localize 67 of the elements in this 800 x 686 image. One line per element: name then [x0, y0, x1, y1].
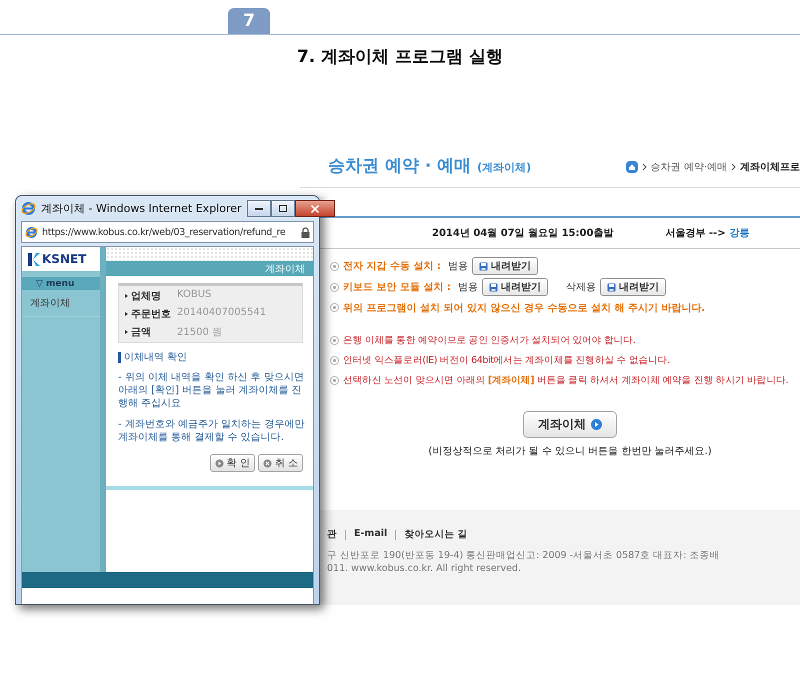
install-notice: 위의 프로그램이 설치 되어 있지 않으신 경우 수동으로 설치 해 주시기 바랍니다.	[343, 302, 706, 314]
transfer-button[interactable]: 계좌이체	[523, 411, 617, 438]
ksnet-logo: KSNET	[22, 247, 100, 271]
chevron-icon	[731, 163, 736, 171]
window-title: 계좌이체 - Windows Internet Explorer	[41, 201, 242, 216]
home-icon	[626, 161, 638, 173]
instruction-text: - 계좌번호와 예금주가 일치하는 경우에만 계좌이체를 통해 결제할 수 있습니다.	[118, 418, 305, 444]
download-button[interactable]: 내려받기	[600, 278, 666, 296]
logo-mark-icon	[28, 252, 40, 266]
minimize-icon	[254, 208, 263, 210]
install-label: 전자 지갑 수동 설치 :	[343, 260, 441, 273]
option-label: 범용	[448, 260, 468, 273]
step-number-badge: 7	[228, 8, 270, 34]
section-title: 이체내역 확인	[118, 352, 313, 363]
ie-icon	[25, 226, 38, 238]
bullet-icon	[330, 282, 339, 292]
notice-text: 은행 이체를 통한 예약이므로 공인 인증서가 설치되어 있어야 합니다.	[343, 334, 636, 347]
menu-header: ▽ menu	[22, 277, 100, 290]
route-origin: 서울경부 -->	[665, 227, 726, 240]
maximize-button[interactable]	[270, 200, 295, 217]
install-label: 키보드 보안 모듈 설치 :	[343, 281, 451, 294]
arrow-circle-icon	[591, 419, 602, 430]
close-icon	[262, 458, 272, 468]
bullet-icon	[330, 336, 339, 345]
info-value: 21500 원	[177, 326, 223, 339]
departure-date: 2014년 04월 07일 월요일 15:00출발	[432, 227, 614, 240]
button-note: (비정상적으로 처리가 될 수 있으니 버튼을 한번만 눌러주세요.)	[428, 445, 712, 458]
footer-link[interactable]: 관	[327, 528, 337, 541]
option-label: 범용	[458, 281, 478, 294]
ie-icon	[21, 201, 36, 216]
notice-text: 인터넷 익스플로러(IE) 버전이 64bit에서는 계좌이체를 진행하실 수 없습니다.	[343, 354, 670, 367]
download-button[interactable]: 내려받기	[482, 278, 548, 296]
address-bar[interactable]: https://www.kobus.co.kr/web/03_reservation/refund_re	[21, 221, 314, 243]
breadcrumb-link[interactable]: 승차권 예약·예매	[650, 160, 727, 174]
info-label: 주문번호	[125, 307, 177, 321]
info-value: KOBUS	[177, 289, 212, 302]
info-label: 업체명	[125, 289, 177, 303]
close-button[interactable]	[294, 200, 335, 217]
footer-text: 구 신반포로 190(반포동 19-4) 통신판매업신고: 2009 -서울서초 0587호 대표자: 조종배	[327, 549, 720, 562]
info-value: 20140407005541	[177, 307, 268, 320]
confirm-button[interactable]: 확 인	[210, 454, 255, 472]
maximize-icon	[278, 205, 287, 212]
menu-item[interactable]: 계좌이체	[22, 290, 100, 317]
option-label: 삭제용	[566, 281, 596, 294]
section-header-bar: 계좌이체	[106, 261, 313, 276]
bullet-icon	[330, 356, 339, 365]
play-icon	[214, 458, 224, 468]
notice-text: 선택하신 노선이 맞으시면 아래의 [계좌이체] 버튼을 클릭 하셔서 계좌이체 예약을 진행 하시기 바랍니다.	[343, 374, 788, 387]
lock-icon	[301, 226, 310, 238]
info-label: 금액	[125, 325, 177, 339]
footer-link[interactable]: 찾아오시는 길	[404, 528, 468, 541]
bullet-icon	[330, 303, 339, 312]
breadcrumb-current: 계좌이체프로	[740, 161, 800, 174]
cancel-button[interactable]: 취 소	[258, 454, 303, 472]
page-heading: 승차권 예약 · 예매 (계좌이체)	[328, 155, 532, 177]
route-destination: 강릉	[730, 227, 750, 240]
minimize-button[interactable]	[246, 200, 271, 217]
footer-text: 011. www.kobus.co.kr. All right reserved.	[327, 562, 522, 575]
chevron-icon	[642, 163, 647, 171]
step-title: 7. 계좌이체 프로그램 실행	[296, 46, 504, 68]
bullet-icon	[330, 262, 339, 270]
download-button[interactable]: 내려받기	[472, 257, 538, 275]
url-text: https://www.kobus.co.kr/web/03_reservation/refund_re	[42, 226, 286, 238]
bullet-icon	[330, 376, 339, 385]
close-icon	[310, 204, 319, 212]
instruction-text: - 위의 이체 내역을 확인 하신 후 맞으시면 아래의 [확인] 버튼을 눌러 계좌이체를 진행해 주십시요	[118, 371, 305, 410]
footer-link[interactable]: E-mail	[354, 528, 388, 541]
